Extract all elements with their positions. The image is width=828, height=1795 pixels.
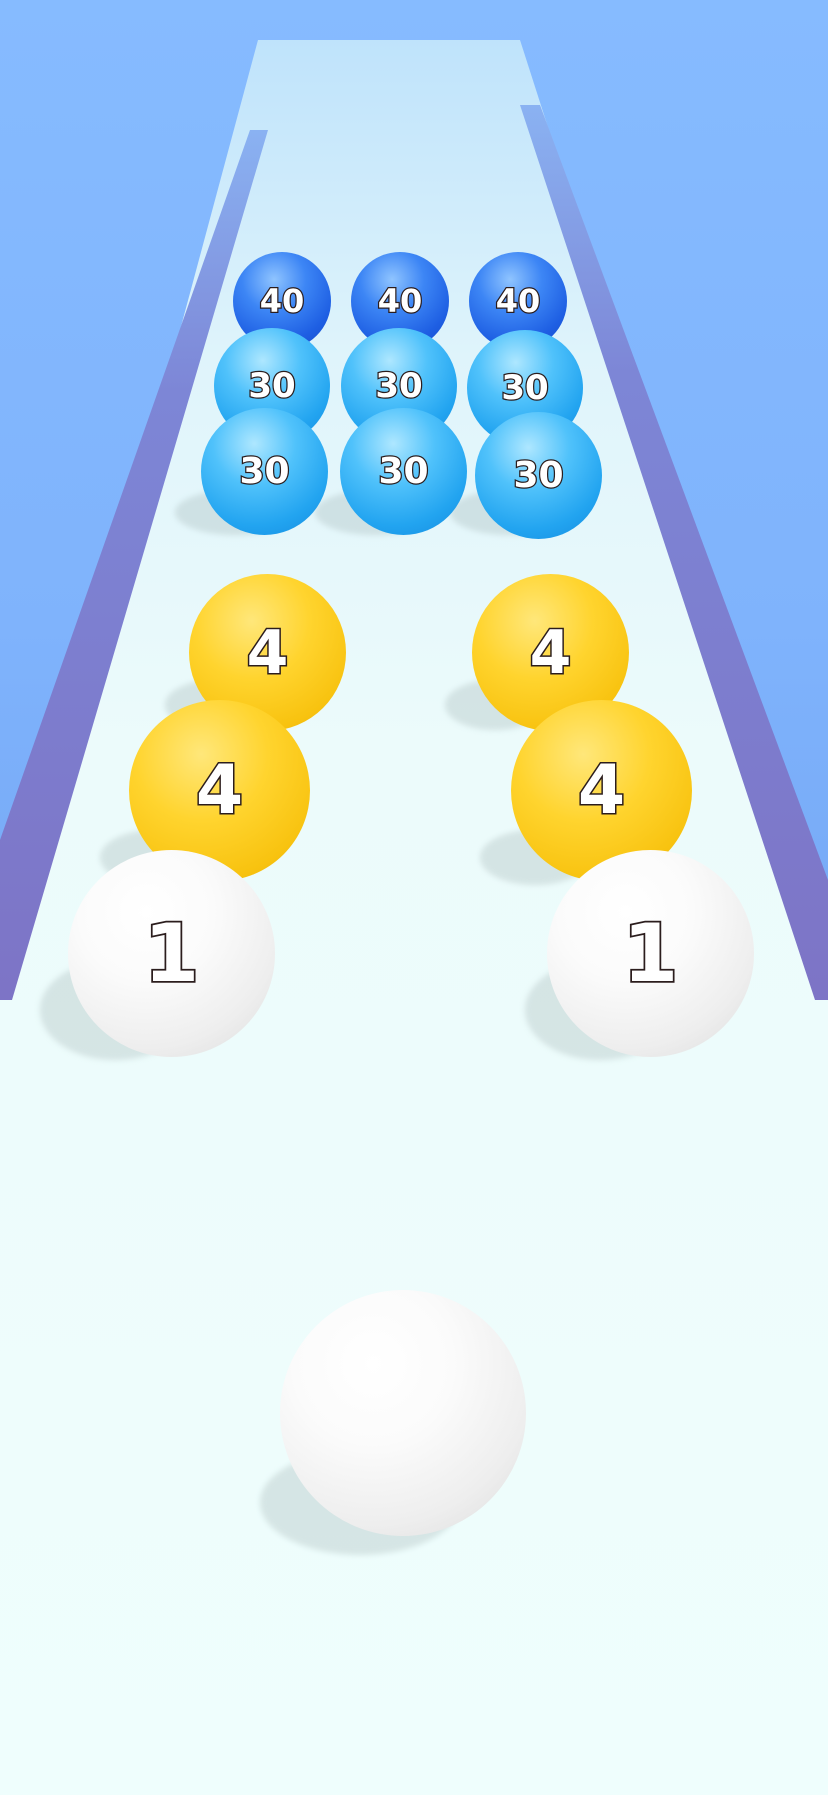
number-ball-1: 1 bbox=[68, 850, 275, 1057]
ball-number: 30 bbox=[377, 450, 430, 492]
ball-number: 40 bbox=[494, 282, 541, 320]
ball-number: 4 bbox=[245, 617, 290, 688]
ball-number: 4 bbox=[194, 750, 244, 830]
number-ball-30: 30 bbox=[340, 408, 467, 535]
number-ball-30: 30 bbox=[475, 412, 602, 539]
ball-number: 4 bbox=[576, 750, 626, 830]
ball-number: 40 bbox=[258, 282, 305, 320]
ball-number: 30 bbox=[374, 366, 424, 406]
ball-number: 40 bbox=[376, 282, 423, 320]
ball-number: 30 bbox=[247, 366, 297, 406]
game-scene[interactable]: 40 40 40 30 30 30 30 30 30 4 4 4 4 1 1 bbox=[0, 0, 828, 1795]
ball-number: 1 bbox=[621, 906, 680, 1000]
ball-number: 30 bbox=[500, 368, 550, 408]
player-ball[interactable] bbox=[280, 1290, 526, 1536]
ball-number: 1 bbox=[142, 906, 201, 1000]
number-ball-30: 30 bbox=[201, 408, 328, 535]
number-ball-1: 1 bbox=[547, 850, 754, 1057]
ball-number: 30 bbox=[238, 450, 291, 492]
ball-number: 30 bbox=[512, 454, 565, 496]
ball-number: 4 bbox=[528, 617, 573, 688]
